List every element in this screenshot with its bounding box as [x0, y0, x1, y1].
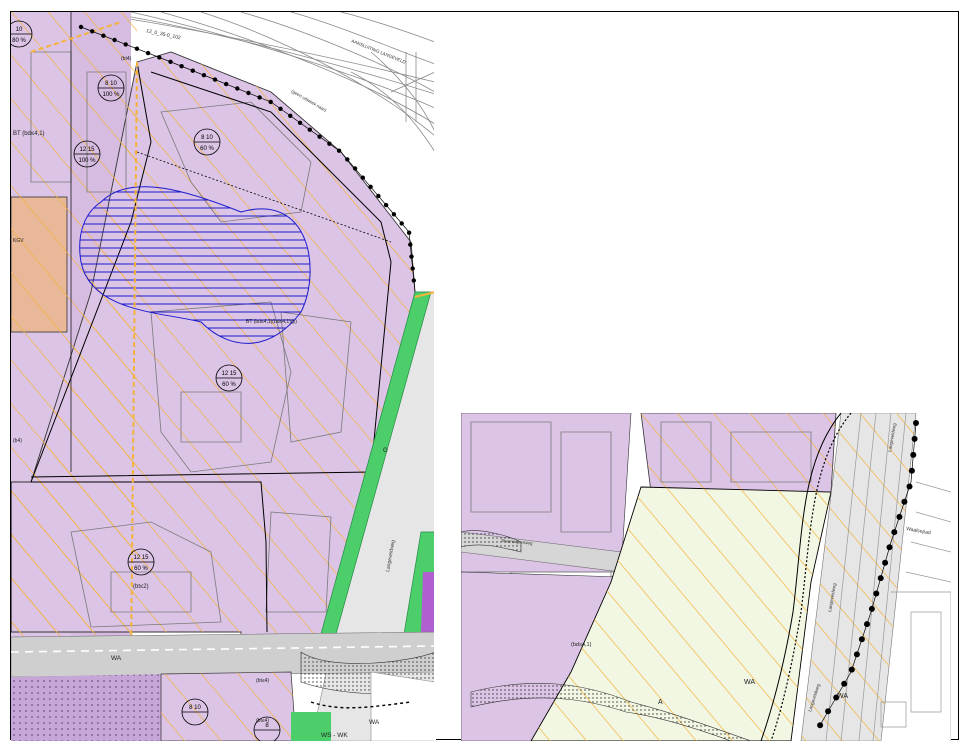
boundary-dot — [297, 120, 303, 126]
boundary-dot — [877, 575, 884, 582]
label-bd: (b4) — [13, 438, 22, 444]
boundary-dot — [145, 50, 151, 56]
boundary-dot — [201, 73, 207, 78]
boundary-dot — [90, 29, 95, 34]
left-map-panel: 10 80 % 8 10 100 % 8 10 60 % 12 15 100 % 12 15 60… — [11, 12, 435, 741]
marker-height-label: 12 15 — [79, 147, 95, 153]
boundary-dot — [235, 86, 240, 91]
boundary-dot — [190, 68, 195, 73]
boundary-dot — [410, 266, 415, 271]
boundary-dot — [336, 148, 342, 153]
marker-height-label: 12 15 — [133, 555, 149, 561]
boundary-dot — [307, 127, 312, 132]
boundary-dot — [257, 95, 262, 100]
boundary-dot — [268, 99, 273, 105]
label-wa-bottom: WA — [369, 719, 380, 726]
boundary-dot — [352, 166, 358, 171]
marker-height-label: 10 — [16, 27, 23, 33]
label-bt-right: (bd≤4,1) — [571, 642, 592, 648]
label-a: A — [658, 699, 663, 706]
boundary-dot — [848, 666, 855, 673]
label-wa: WA — [111, 655, 122, 662]
marker-percent-label: 80 % — [12, 38, 26, 44]
boundary-dot — [817, 722, 824, 729]
boundary-dot — [345, 157, 350, 162]
boundary-dot — [882, 559, 889, 566]
label-fd: (bt4) — [121, 56, 132, 62]
boundary-dot — [278, 106, 283, 112]
marker-percent-label: 60 % — [134, 566, 148, 572]
boundary-dot — [408, 242, 413, 247]
boundary-dot — [157, 55, 162, 60]
boundary-dot — [112, 37, 117, 43]
boundary-dot — [360, 175, 365, 180]
label-bt-bottom1: (bt≤4) — [256, 678, 269, 684]
boundary-dot — [317, 134, 322, 139]
boundary-dot — [910, 451, 917, 458]
marker-height-label: 8 10 — [201, 135, 213, 141]
boundary-dot — [327, 141, 332, 146]
boundary-dot — [896, 513, 903, 520]
marker-percent-label: 100 % — [102, 92, 120, 98]
label-bt-small: BT (bd≤4,1) — [13, 131, 45, 137]
boundary-dot — [868, 605, 875, 612]
boundary-dot — [391, 212, 397, 217]
boundary-dot — [288, 113, 293, 119]
boundary-dot — [179, 64, 184, 69]
boundary-dot — [246, 90, 251, 96]
marker-height-label: 12 15 — [221, 371, 237, 377]
boundary-dot — [891, 529, 898, 536]
boundary-dot — [368, 184, 373, 189]
boundary-dot — [409, 254, 414, 259]
boundary-dot — [853, 651, 860, 658]
boundary-dot — [886, 544, 893, 551]
boundary-dot — [123, 42, 128, 47]
boundary-dot — [825, 708, 832, 715]
boundary-dot — [101, 33, 106, 38]
label-bt-box: (bt≤2) — [133, 584, 149, 590]
boundary-dot — [168, 59, 173, 64]
boundary-dot — [383, 202, 389, 208]
label-bt-bottom2: (bt≤4) — [256, 718, 269, 724]
boundary-dot — [913, 420, 919, 426]
boundary-dot — [224, 81, 229, 87]
boundary-dot — [376, 193, 381, 199]
boundary-dot — [841, 680, 848, 687]
boundary-dot — [901, 498, 908, 505]
label-bt-hatched: BT (bd≤4,1)(bd≤4,1)(p) — [246, 319, 297, 325]
label-g: G — [383, 448, 388, 454]
label-kgv: KGV — [13, 238, 24, 244]
boundary-dot — [908, 467, 915, 474]
map-frame: 10 80 % 8 10 100 % 8 10 60 % 12 15 100 % 12 15 60… — [10, 11, 959, 741]
label-ws-wk: WS - WK — [321, 732, 348, 739]
marker-percent-label: 100 % — [78, 158, 96, 164]
boundary-dot — [406, 230, 412, 235]
boundary-dot — [399, 221, 404, 226]
marker-height-label: 8 10 — [189, 705, 201, 711]
zoning-map: 10 80 % 8 10 100 % 8 10 60 % 12 15 100 % 12 15 60… — [11, 12, 951, 741]
boundary-dot — [212, 77, 218, 82]
boundary-dot — [78, 24, 84, 30]
boundary-dot — [411, 278, 416, 283]
marker-height-label: 8 10 — [105, 81, 117, 87]
label-wa-right1: WA — [744, 679, 755, 686]
right-map-panel: A WA WA (bd≤4,1) Langeveldweg Langeveldw… — [461, 413, 951, 741]
boundary-dot — [911, 435, 918, 442]
boundary-dot — [906, 483, 913, 490]
boundary-dot — [873, 590, 880, 597]
marker-percent-label: 60 % — [200, 146, 214, 152]
boundary-dot — [858, 636, 865, 643]
boundary-dot — [134, 46, 140, 51]
boundary-dot — [864, 621, 870, 628]
label-wa-right2: WA — [837, 693, 848, 700]
marker-percent-label: 60 % — [222, 382, 236, 388]
